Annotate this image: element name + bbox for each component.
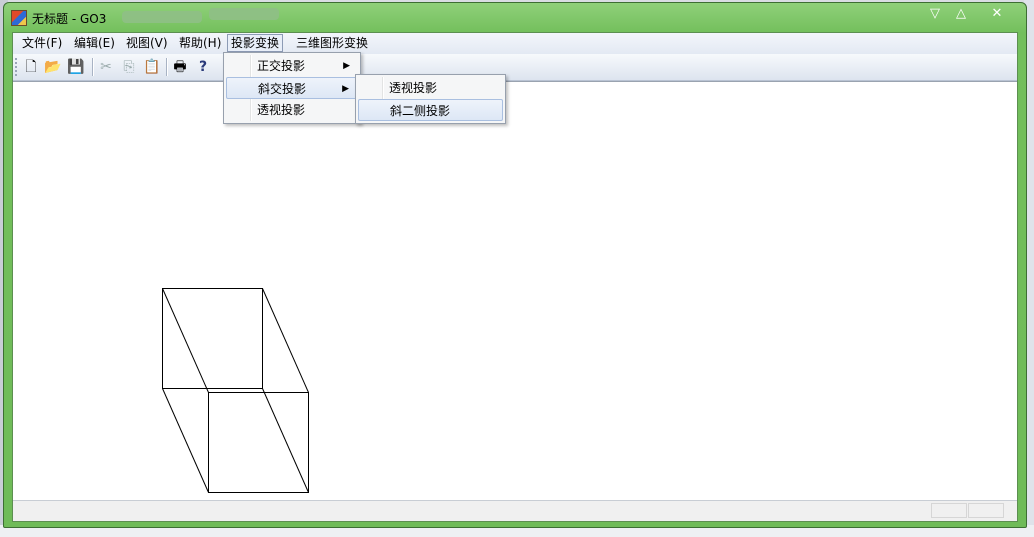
status-pane — [931, 503, 967, 518]
menu-item-orthographic[interactable]: 正交投影 ▶ — [226, 55, 358, 77]
toolbar-grip[interactable] — [15, 58, 20, 76]
toolbar-separator — [92, 58, 94, 76]
app-window: 无标题 - GO3 ▽ △ ✕ 文件(F) 编辑(E) 视图(V) 帮助(H) … — [3, 2, 1027, 528]
menu-bar: 文件(F) 编辑(E) 视图(V) 帮助(H) 投影变换 三维图形变换 — [13, 33, 1017, 55]
menu-projection[interactable]: 投影变换 — [227, 34, 284, 52]
open-folder-icon[interactable]: 📂 — [44, 58, 62, 76]
menu-item-label: 斜二侧投影 — [390, 104, 451, 118]
title-bar[interactable]: 无标题 - GO3 ▽ △ ✕ — [4, 3, 1026, 31]
blurred-region — [209, 8, 279, 20]
menu-edit[interactable]: 编辑(E) — [71, 35, 118, 51]
print-icon[interactable]: 🖶 — [171, 58, 189, 76]
projection-dropdown: 正交投影 ▶ 斜交投影 ▶ 透视投影 — [223, 52, 361, 124]
client-area: 文件(F) 编辑(E) 视图(V) 帮助(H) 投影变换 三维图形变换 🗋 📂 … — [12, 32, 1018, 522]
minimize-button[interactable]: ▽ — [921, 5, 949, 23]
paste-icon[interactable]: 📋 — [143, 58, 161, 76]
menu-view[interactable]: 视图(V) — [123, 35, 171, 51]
menu-item-perspective-sub[interactable]: 透视投影 — [358, 77, 503, 99]
cube-edge — [162, 288, 209, 393]
app-icon[interactable] — [11, 10, 27, 26]
cut-icon[interactable]: ✂ — [97, 58, 115, 76]
menu-item-label: 透视投影 — [257, 103, 306, 117]
blurred-region — [122, 11, 202, 23]
window-title: 无标题 - GO3 — [32, 12, 107, 26]
menu-item-label: 斜交投影 — [258, 82, 307, 96]
menu-item-label: 正交投影 — [257, 59, 306, 73]
maximize-button[interactable]: △ — [947, 5, 975, 23]
menu-file[interactable]: 文件(F) — [19, 35, 65, 51]
copy-icon[interactable]: ⎘ — [120, 58, 138, 76]
new-file-icon[interactable]: 🗋 — [22, 58, 40, 76]
cube-back-face — [162, 288, 263, 389]
cube-front-face — [208, 392, 309, 493]
help-icon[interactable]: ? — [194, 58, 212, 76]
submenu-arrow-icon: ▶ — [343, 61, 350, 71]
drawing-canvas[interactable] — [13, 81, 1017, 502]
status-pane — [968, 503, 1004, 518]
close-button[interactable]: ✕ — [983, 5, 1011, 23]
save-icon[interactable]: 💾 — [67, 58, 85, 76]
cube-edge — [162, 388, 209, 493]
submenu-arrow-icon: ▶ — [342, 84, 349, 94]
menu-item-label: 透视投影 — [389, 81, 438, 95]
toolbar: 🗋 📂 💾 ✂ ⎘ 📋 🖶 ? — [13, 54, 1017, 81]
menu-item-oblique[interactable]: 斜交投影 ▶ — [226, 77, 358, 99]
toolbar-separator — [166, 58, 168, 76]
projection-drawing — [162, 288, 309, 493]
menu-help[interactable]: 帮助(H) — [176, 35, 224, 51]
cube-edge — [262, 288, 309, 393]
menu-item-perspective[interactable]: 透视投影 — [226, 99, 358, 121]
oblique-cube-wireframe — [162, 288, 309, 493]
menu-item-cabinet[interactable]: 斜二侧投影 — [358, 99, 503, 121]
menu-3d-transform[interactable]: 三维图形变换 — [293, 35, 371, 51]
cube-edge — [262, 388, 309, 493]
oblique-submenu: 透视投影 斜二侧投影 — [355, 74, 506, 124]
status-bar — [13, 500, 1017, 521]
